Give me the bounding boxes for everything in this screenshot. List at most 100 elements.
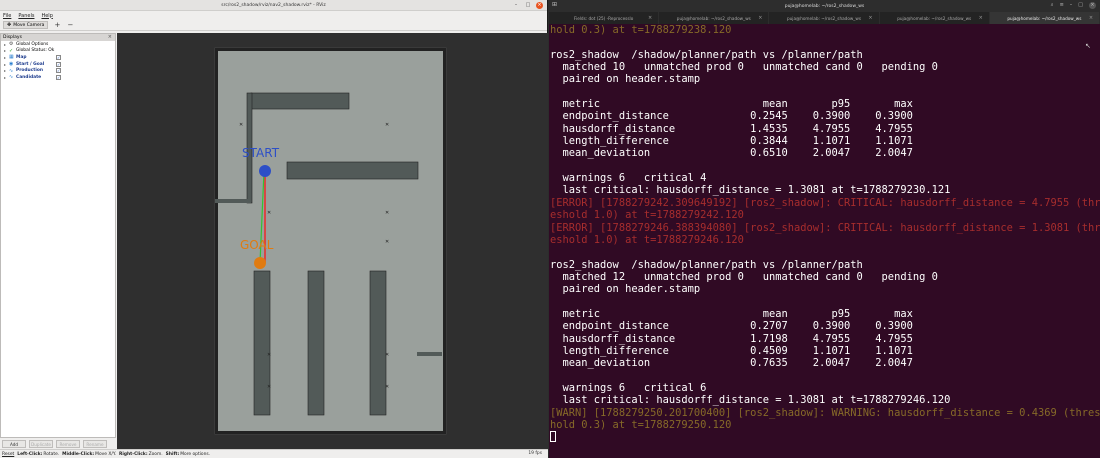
display-item-label: Production xyxy=(16,68,44,74)
terminal-tab[interactable]: puja@homelab: ~/ros2_shadow_ws × xyxy=(659,12,770,24)
terminal-tab-label: puja@homelab: ~/ros2_shadow_ws xyxy=(676,15,751,21)
close-tab-icon[interactable]: × xyxy=(979,15,983,21)
terminal-line: hausdorff_distance 1.7198 4.7955 4.7955 xyxy=(550,332,913,345)
camera-icon: ✥ xyxy=(7,22,12,28)
close-panel-icon[interactable]: × xyxy=(108,34,112,40)
new-tab-icon[interactable]: ⊞ xyxy=(552,1,557,8)
map-marker: ✕ xyxy=(385,352,389,358)
terminal-line: mean_deviation 0.7635 2.0047 2.0047 xyxy=(550,357,913,370)
terminal-tab[interactable]: puja@homelab: ~/ros2_shadow_ws × xyxy=(769,12,880,24)
terminal-line: length_difference 0.4509 1.1071 1.1071 xyxy=(550,344,913,357)
close-icon[interactable]: × xyxy=(536,2,543,9)
terminal-line: last critical: hausdorff_distance = 1.30… xyxy=(550,394,951,407)
move-camera-button[interactable]: ✥ Move Camera xyxy=(3,21,49,29)
display-item[interactable]: ▸ ▦ Map ✓ xyxy=(1,54,115,61)
terminal-line: mean_deviation 0.6510 2.0047 2.0047 xyxy=(550,147,913,160)
terminal-line: metric mean p95 max xyxy=(550,307,913,320)
add-tool-icon[interactable]: + xyxy=(53,21,61,29)
displays-list: ▸ ⚙ Global Options ▸ ✓ Global Status: Ok ▸ ▦ Map… xyxy=(1,41,115,81)
menu-file[interactable]: File xyxy=(3,13,11,19)
display-enable-checkbox[interactable]: ✓ xyxy=(56,55,61,61)
maximize-icon[interactable]: □ xyxy=(524,2,532,9)
search-icon[interactable]: ⌕ xyxy=(1051,2,1054,9)
rviz-titlebar[interactable]: src/ros2_shadow/rviz/nav2_shadow.rviz* -… xyxy=(0,0,547,11)
minimize-icon[interactable]: – xyxy=(512,2,520,9)
close-tab-icon[interactable]: × xyxy=(868,15,872,21)
terminal-line: metric mean p95 max xyxy=(550,98,913,111)
right-click-hint: Zoom. xyxy=(148,451,163,457)
map-marker: ✕ xyxy=(385,122,389,128)
terminal-line: last critical: hausdorff_distance = 1.30… xyxy=(550,184,951,197)
map-wall-top xyxy=(215,48,446,51)
menu-panels[interactable]: Panels xyxy=(18,13,34,19)
terminal-title: puja@homelab: ~/ros2_shadow_ws xyxy=(784,3,865,9)
map-obstacle xyxy=(286,161,419,180)
display-item-label: Map xyxy=(16,54,27,60)
terminal-titlebar[interactable]: ⊞ puja@homelab: ~/ros2_shadow_ws ⌕ ≡ – □… xyxy=(549,0,1100,12)
terminal-line: endpoint_distance 0.2707 0.3900 0.3900 xyxy=(550,320,913,333)
display-item[interactable]: ▸ ⚙ Global Options xyxy=(1,41,115,48)
left-click-key: Left-Click: xyxy=(17,451,43,457)
display-item[interactable]: ▸ ∿ Production ✓ xyxy=(1,67,115,74)
terminal-line: paired on header.stamp xyxy=(550,73,701,86)
close-tab-icon[interactable]: × xyxy=(648,15,652,21)
fps-readout: 19 fps xyxy=(528,451,542,456)
display-item[interactable]: ▸ ◉ Start / Goal ✓ xyxy=(1,61,115,68)
reset-button[interactable]: Reset xyxy=(2,452,14,457)
display-enable-checkbox[interactable]: ✓ xyxy=(56,68,61,74)
remove-display-button[interactable]: Remove xyxy=(56,440,80,448)
terminal-tab[interactable]: puja@homelab: ~/ros2_shadow_ws × xyxy=(989,12,1100,24)
duplicate-display-button[interactable]: Duplicate xyxy=(29,440,53,448)
display-item[interactable]: ▸ ✓ Global Status: Ok xyxy=(1,48,115,55)
maximize-icon[interactable]: □ xyxy=(1078,2,1083,9)
terminal-output[interactable]: hold 0.3) at t=1788279238.120 ros2_shadow… xyxy=(549,24,1100,458)
display-enable-checkbox[interactable]: ✓ xyxy=(56,61,61,67)
display-item-label: Start / Goal xyxy=(16,61,45,67)
map-marker: ✕ xyxy=(267,384,271,390)
map-wall-left xyxy=(215,48,218,434)
map-obstacle xyxy=(215,199,251,203)
rviz-toolbar: ✥ Move Camera + − xyxy=(0,20,547,31)
terminal-tabs: Fields: dot (25) -Reprocesslo × puja@homel… xyxy=(549,12,1100,24)
terminal-tab-label: puja@homelab: ~/ros2_shadow_ws xyxy=(786,15,862,21)
map-marker: ✕ xyxy=(239,122,243,128)
terminal-line: hold 0.3) at t=1788279250.120 xyxy=(550,419,732,431)
terminal-tab[interactable]: Fields: dot (25) -Reprocesslo × xyxy=(549,12,660,24)
check-icon: ✓ xyxy=(9,47,14,54)
occupancy-map: ✕ ✕ ✕ ✕ ✕ ✕ ✕ ✕ ✕ START GOAL xyxy=(214,47,447,435)
rviz-window-title: src/ros2_shadow/rviz/nav2_shadow.rviz* -… xyxy=(221,2,326,8)
rename-display-button[interactable]: Rename xyxy=(83,440,107,448)
goal-marker xyxy=(254,257,266,269)
terminal-line: [ERROR] [1788279242.309649192] [ros2_sha… xyxy=(550,196,1100,209)
close-tab-icon[interactable]: × xyxy=(1089,15,1093,21)
terminal-tab[interactable]: puja@homelab: ~/ros2_shadow_ws × xyxy=(880,12,990,24)
move-camera-label: Move Camera xyxy=(13,22,45,28)
display-enable-checkbox[interactable]: ✓ xyxy=(56,74,61,80)
remove-tool-icon[interactable]: − xyxy=(66,21,74,29)
rviz-3d-viewport[interactable]: ✕ ✕ ✕ ✕ ✕ ✕ ✕ ✕ ✕ START GOAL xyxy=(117,33,548,449)
map-obstacle xyxy=(250,92,350,110)
middle-click-hint: Move X/Y. xyxy=(95,451,116,457)
displays-panel: Displays × ▸ ⚙ Global Options ▸ ✓ Global Stat… xyxy=(0,33,116,438)
close-tab-icon[interactable]: × xyxy=(758,15,762,21)
marker-icon: ◉ xyxy=(9,61,14,68)
terminal-line: matched 10 unmatched prod 0 unmatched ca… xyxy=(550,61,938,74)
terminal-line: length_difference 0.3844 1.1071 1.1071 xyxy=(550,135,913,148)
terminal-tab-label: Fields: dot (25) -Reprocesslo xyxy=(573,15,634,21)
add-display-button[interactable]: Add xyxy=(2,440,26,448)
display-item[interactable]: ▸ ∿ Candidate ✓ xyxy=(1,74,115,81)
minimize-icon[interactable]: – xyxy=(1070,2,1073,9)
shift-hint: More options. xyxy=(180,451,211,457)
terminal-window: ⊞ puja@homelab: ~/ros2_shadow_ws ⌕ ≡ – □… xyxy=(549,0,1100,458)
map-obstacle xyxy=(253,270,271,416)
menu-help[interactable]: Help xyxy=(41,13,52,19)
close-icon[interactable]: × xyxy=(1089,2,1096,9)
right-click-key: Right-Click: xyxy=(119,451,148,457)
menu-icon[interactable]: ≡ xyxy=(1060,2,1064,9)
left-click-hint: Rotate. xyxy=(43,451,60,457)
